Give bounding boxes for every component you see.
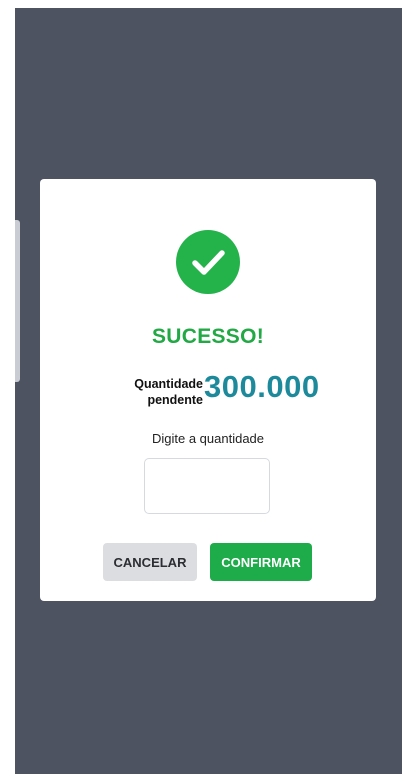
confirm-button[interactable]: CONFIRMAR bbox=[210, 543, 312, 581]
pending-quantity-label-line1: Quantidade bbox=[134, 377, 203, 391]
cancel-button[interactable]: CANCELAR bbox=[103, 543, 197, 581]
quantity-input[interactable] bbox=[144, 458, 270, 514]
pending-quantity-label-line2: pendente bbox=[147, 393, 203, 407]
check-circle-icon bbox=[176, 230, 240, 294]
success-dialog: SUCESSO! Quantidade pendente 300.000 Dig… bbox=[40, 179, 376, 601]
side-drawer-handle[interactable] bbox=[15, 220, 20, 382]
dialog-title: SUCESSO! bbox=[151, 325, 265, 348]
pending-quantity-value: 300.000 bbox=[204, 369, 320, 404]
quantity-input-label: Digite a quantidade bbox=[151, 431, 265, 446]
pending-quantity-label: Quantidade pendente bbox=[113, 376, 203, 408]
app-screen-overlay: SUCESSO! Quantidade pendente 300.000 Dig… bbox=[15, 8, 402, 774]
